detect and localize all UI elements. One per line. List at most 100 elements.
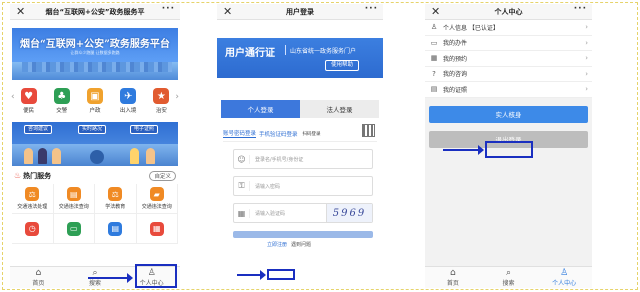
calendar-icon: ▦ xyxy=(430,54,438,63)
menu-item-my-cases[interactable]: ▭ 我的办件 › xyxy=(425,36,592,51)
annotation-highlight-box xyxy=(267,269,295,280)
category-item[interactable]: ▣ 户政 xyxy=(81,88,109,114)
category-label: 便民 xyxy=(23,108,35,114)
service-banner[interactable]: 咨询建议 实时路况 电子证照 xyxy=(12,122,178,166)
tab-personal-center[interactable]: ♙ 个人中心 xyxy=(536,267,592,288)
city-skyline-image xyxy=(12,62,178,80)
chevron-left-icon[interactable]: ‹ xyxy=(11,92,15,102)
people-illustration xyxy=(12,144,178,166)
password-field[interactable]: ⚿ 请输入密码 xyxy=(233,176,373,196)
service-label: 交通违法查询 xyxy=(141,204,172,210)
register-link[interactable]: 立即注册 xyxy=(267,241,287,248)
service-item[interactable]: ◷ xyxy=(12,214,54,244)
banner-subtitle: 让群众少跑腿 让数据多跑路 xyxy=(70,50,120,55)
menu-label: 个人信息 【已认证】 xyxy=(443,24,499,32)
category-label: 交警 xyxy=(56,108,68,114)
banner-bubble: 咨询建议 xyxy=(24,125,53,134)
personal-menu: ♙ 个人信息 【已认证】 › ▭ 我的办件 › ▦ 我的预约 › ? 我的咨询 … xyxy=(425,20,592,98)
bottom-tab-bar: ⌂ 首页 ⌕ 搜索 ♙ 个人中心 xyxy=(425,266,592,288)
close-icon[interactable]: ✕ xyxy=(16,5,25,18)
close-icon[interactable]: ✕ xyxy=(223,5,232,18)
category-item[interactable]: ♣ 交警 xyxy=(48,88,76,114)
menu-item-personal-info[interactable]: ♙ 个人信息 【已认证】 › xyxy=(425,20,592,36)
phone-home-screen: ✕ 烟台“互联网+公安”政务服务平 ··· 烟台“互联网+公安”政务服务平台 让… xyxy=(10,4,180,288)
tab-legal-login[interactable]: 法人登录 xyxy=(300,100,379,118)
scale-icon: ⚖ xyxy=(108,187,123,201)
chevron-right-icon: › xyxy=(585,69,588,78)
menu-item-my-licenses[interactable]: ▤ 我的证照 › xyxy=(425,82,592,98)
category-item[interactable]: ✈ 出入境 xyxy=(114,88,142,114)
chevron-right-icon: › xyxy=(585,54,588,63)
heart-icon: ♥ xyxy=(20,88,37,104)
customize-button[interactable]: 自定义 xyxy=(149,170,176,181)
tab-scan-login[interactable]: 扫码登录 xyxy=(303,131,321,137)
menu-item-my-consultations[interactable]: ? 我的咨询 › xyxy=(425,67,592,82)
service-label: 交通违法处理 xyxy=(17,204,48,210)
title-bar: ✕ 用户登录 ··· xyxy=(217,4,383,20)
annotation-arrow xyxy=(237,270,266,280)
category-item[interactable]: ★ 治安 xyxy=(147,88,175,114)
menu-item-my-appointments[interactable]: ▦ 我的预约 › xyxy=(425,51,592,67)
chevron-right-icon[interactable]: › xyxy=(175,92,179,102)
service-label: 学法教育 xyxy=(105,204,126,210)
tab-home[interactable]: ⌂ 首页 xyxy=(10,267,67,288)
service-item[interactable]: ▰ 交通违法查询 xyxy=(136,184,178,214)
qr-code-icon[interactable] xyxy=(362,124,375,137)
tab-label: 个人中心 xyxy=(552,279,577,287)
phone-personal-center: ✕ 个人中心 ··· ♙ 个人信息 【已认证】 › ▭ 我的办件 › ▦ 我的预… xyxy=(425,4,592,288)
license-icon: ▤ xyxy=(430,85,438,94)
page-title: 用户登录 xyxy=(286,7,314,16)
category-label: 治安 xyxy=(155,108,167,114)
clock-icon: ◷ xyxy=(25,221,40,236)
gavel-icon: ⚖ xyxy=(25,187,40,201)
tab-sms-login[interactable]: 手机验证码登录 xyxy=(259,130,298,138)
login-mode-tabs: 账号密码登录 手机验证码登录 扫码登录 xyxy=(223,124,377,142)
form-icon: ▦ xyxy=(149,221,164,236)
divider xyxy=(285,45,286,55)
police-icon: ★ xyxy=(153,88,170,104)
chevron-right-icon: › xyxy=(585,23,588,32)
captcha-placeholder: 请输入验证码 xyxy=(255,210,286,217)
tab-personal-login[interactable]: 个人登录 xyxy=(221,100,300,118)
account-field[interactable]: ☺ 登录名/手机号/身份证 xyxy=(233,149,373,169)
service-item[interactable]: ▭ xyxy=(53,214,95,244)
tab-label: 首页 xyxy=(446,279,459,287)
captcha-field[interactable]: ▦ 请输入验证码 5969 xyxy=(233,203,373,223)
banner-bubble: 电子证照 xyxy=(130,125,159,134)
help-button[interactable]: 使用帮助 xyxy=(325,60,360,71)
tab-password-login[interactable]: 账号密码登录 xyxy=(223,129,257,138)
login-banner: 用户通行证 山东省统一政务服务门户 使用帮助 xyxy=(217,38,383,78)
category-item[interactable]: ♥ 便民 xyxy=(15,88,43,114)
home-icon: ⌂ xyxy=(35,267,42,278)
problem-link[interactable]: 遇到问题 xyxy=(291,241,311,248)
captcha-image[interactable]: 5969 xyxy=(326,204,372,222)
title-bar: ✕ 个人中心 ··· xyxy=(425,4,592,20)
hot-services-header: ♨ 热门服务 自定义 xyxy=(10,166,180,182)
page-title: 烟台“互联网+公安”政务服务平 xyxy=(45,7,145,16)
service-item[interactable]: ▦ xyxy=(136,214,178,244)
service-item[interactable]: ▤ 交通违法查询 xyxy=(53,184,95,214)
annotation-arrow xyxy=(88,273,133,283)
close-icon[interactable]: ✕ xyxy=(431,5,440,18)
service-item[interactable]: ▤ xyxy=(95,214,137,244)
user-icon: ♙ xyxy=(560,267,569,278)
traffic-icon: ♣ xyxy=(53,88,70,104)
tab-search[interactable]: ⌕ 搜索 xyxy=(481,267,537,288)
service-item[interactable]: ⚖ 学法教育 xyxy=(95,184,137,214)
folder-icon: ▭ xyxy=(430,38,438,47)
household-icon: ▣ xyxy=(86,88,103,104)
hero-banner: 烟台“互联网+公安”政务服务平台 让群众少跑腿 让数据多跑路 xyxy=(12,28,178,80)
annotation-arrow xyxy=(443,145,484,155)
more-icon[interactable]: ··· xyxy=(574,4,587,14)
service-item[interactable]: ⚖ 交通违法处理 xyxy=(12,184,54,214)
login-button[interactable] xyxy=(233,231,373,238)
user-icon: ☺ xyxy=(234,154,250,164)
page-title: 个人中心 xyxy=(494,7,523,16)
tab-home[interactable]: ⌂ 首页 xyxy=(425,267,481,288)
annotation-highlight-box xyxy=(135,264,177,288)
more-icon[interactable]: ··· xyxy=(365,4,378,14)
more-icon[interactable]: ··· xyxy=(162,4,175,14)
real-name-verify-button[interactable]: 实人核身 xyxy=(429,105,588,123)
fire-icon: ♨ xyxy=(14,171,22,180)
passport-icon: ✈ xyxy=(120,88,137,104)
